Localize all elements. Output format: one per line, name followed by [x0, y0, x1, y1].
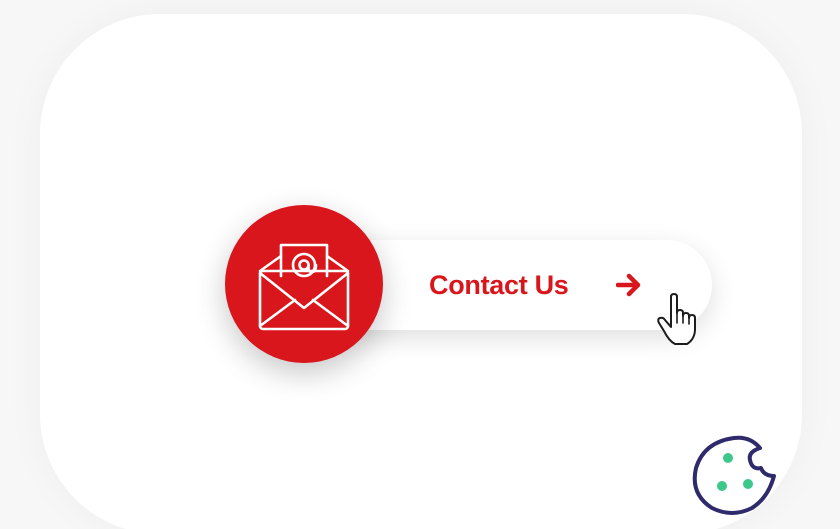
arrow-right-icon	[615, 272, 644, 298]
envelope-at-icon	[258, 243, 350, 331]
contact-us-label: Contact Us	[429, 270, 569, 300]
cookie-icon[interactable]	[690, 428, 782, 520]
stage: Contact Us	[0, 0, 840, 529]
hand-pointer-icon	[655, 293, 701, 347]
mail-icon-circle[interactable]	[225, 205, 383, 363]
